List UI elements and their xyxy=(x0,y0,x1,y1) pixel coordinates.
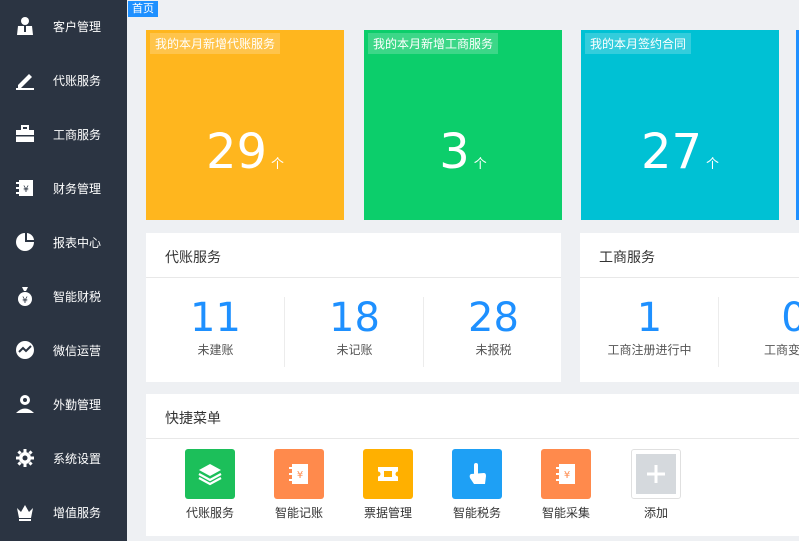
card-value: 27 个 xyxy=(640,124,720,180)
svg-text:¥: ¥ xyxy=(22,296,28,306)
divider xyxy=(146,277,561,278)
sidebar-item-label: 财务管理 xyxy=(53,182,102,196)
svg-text:¥: ¥ xyxy=(297,470,303,481)
sidebar-item-finance[interactable]: ¥ 财务管理 xyxy=(0,162,127,216)
tab-bar xyxy=(127,0,799,18)
sidebar-item-settings[interactable]: 系统设置 xyxy=(0,432,127,486)
sidebar-item-label: 微信运营 xyxy=(53,344,102,358)
sidebar-item-label: 代账服务 xyxy=(53,74,102,88)
panel-title: 代账服务 xyxy=(165,250,221,266)
briefcase-icon xyxy=(14,123,36,145)
quick-item-smart-bookkeeping[interactable]: ¥ 智能记账 xyxy=(266,449,332,521)
card-title: 我的本月新增工商服务 xyxy=(368,33,499,54)
sidebar-item-bookkeeping[interactable]: 代账服务 xyxy=(0,54,127,108)
stat-not-filed[interactable]: 28 未报税 xyxy=(424,296,563,358)
stat-not-set-up[interactable]: 11 未建账 xyxy=(146,296,285,358)
svg-text:¥: ¥ xyxy=(564,470,570,481)
quick-item-invoices[interactable]: 票据管理 xyxy=(355,449,421,521)
crown-icon xyxy=(14,501,36,523)
stat-card-new-bookkeeping[interactable]: 我的本月新增代账服务 29 个 xyxy=(146,30,344,220)
sidebar-item-label: 客户管理 xyxy=(53,20,102,34)
plus-icon xyxy=(636,454,676,494)
business-panel: 工商服务 1 工商注册进行中 0 工商变更进 xyxy=(580,233,799,382)
quick-item-smart-tax[interactable]: 智能税务 xyxy=(444,449,510,521)
pen-icon xyxy=(14,69,36,91)
sidebar-item-label: 外勤管理 xyxy=(53,398,102,412)
sidebar-item-customer[interactable]: 客户管理 xyxy=(0,0,127,54)
stat-not-recorded[interactable]: 18 未记账 xyxy=(285,296,424,358)
ledger-icon: ¥ xyxy=(14,177,36,199)
stat-registration-in-progress[interactable]: 1 工商注册进行中 xyxy=(580,296,719,358)
sidebar-item-field[interactable]: 外勤管理 xyxy=(0,378,127,432)
sidebar-item-reports[interactable]: 报表中心 xyxy=(0,216,127,270)
divider xyxy=(580,277,799,278)
svg-text:¥: ¥ xyxy=(23,185,29,195)
stat-card-new-business[interactable]: 我的本月新增工商服务 3个 xyxy=(364,30,562,220)
user-icon xyxy=(14,15,36,37)
pie-chart-icon xyxy=(14,231,36,253)
card-title: 我的本月新增代账服务 xyxy=(150,33,281,54)
tab-home[interactable]: 首页 xyxy=(128,1,158,17)
sidebar-item-smart-tax[interactable]: ¥ 智能财税 xyxy=(0,270,127,324)
sidebar-item-label: 智能财税 xyxy=(53,290,102,304)
bookkeeping-panel: 代账服务 11 未建账 18 未记账 28 未报税 xyxy=(146,233,561,382)
hand-pointer-icon xyxy=(452,449,502,499)
wechat-trend-icon xyxy=(14,339,36,361)
card-title: 我的本月签约合同 xyxy=(585,33,692,54)
stat-change-in-progress[interactable]: 0 工商变更进 xyxy=(719,296,799,358)
sidebar-item-label: 报表中心 xyxy=(53,236,102,250)
card-value: 3个 xyxy=(439,124,487,180)
stat-card-contracts[interactable]: 我的本月签约合同 27 个 xyxy=(581,30,779,220)
ledger-book-icon: ¥ xyxy=(274,449,324,499)
sidebar-item-wechat[interactable]: 微信运营 xyxy=(0,324,127,378)
divider xyxy=(146,438,799,439)
sidebar-item-label: 增值服务 xyxy=(53,506,102,520)
sidebar-item-business[interactable]: 工商服务 xyxy=(0,108,127,162)
sidebar-item-value-added[interactable]: 增值服务 xyxy=(0,486,127,540)
quick-item-add[interactable]: 添加 xyxy=(623,449,689,521)
money-bag-icon: ¥ xyxy=(14,285,36,307)
quick-item-smart-collection[interactable]: ¥ 智能采集 xyxy=(533,449,599,521)
sidebar: 客户管理 代账服务 工商服务 ¥ 财务管理 报表中心 ¥ 智能财税 微信运营 外… xyxy=(0,0,127,541)
sidebar-item-label: 系统设置 xyxy=(53,452,102,466)
card-value: 29 个 xyxy=(205,124,285,180)
ticket-icon xyxy=(363,449,413,499)
quick-item-bookkeeping[interactable]: 代账服务 xyxy=(177,449,243,521)
map-person-icon xyxy=(14,393,36,415)
panel-title: 工商服务 xyxy=(599,250,655,266)
panel-title: 快捷菜单 xyxy=(165,411,221,427)
collect-book-icon: ¥ xyxy=(541,449,591,499)
plus-icon-box xyxy=(631,449,681,499)
sidebar-item-label: 工商服务 xyxy=(53,128,102,142)
gear-icon xyxy=(14,447,36,469)
layers-icon xyxy=(185,449,235,499)
